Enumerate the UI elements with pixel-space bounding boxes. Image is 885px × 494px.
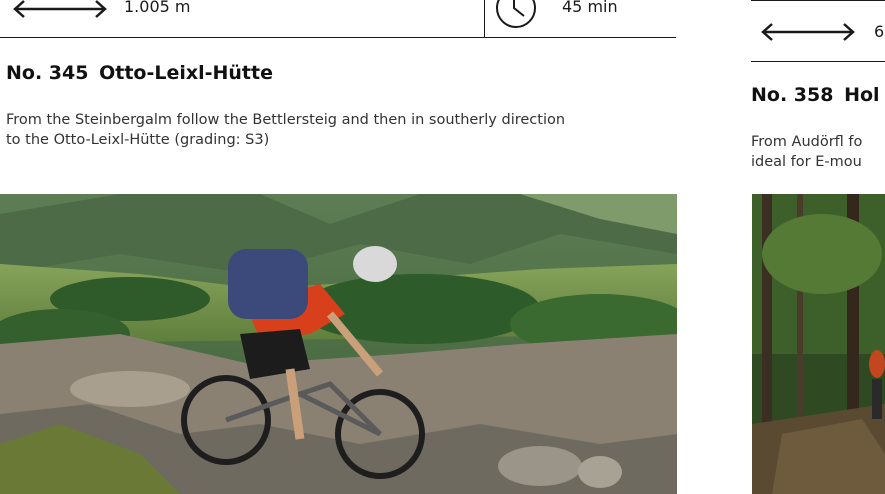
info-bottom-rule	[0, 37, 676, 38]
right-tour-heading: No. 358 Hol	[751, 84, 880, 106]
description-line: ideal for E-mou	[751, 154, 862, 170]
right-info-top-rule	[751, 0, 885, 1]
time-value: 45 min	[562, 0, 618, 16]
right-tour-name: Hol	[844, 84, 880, 106]
description-line: From the Steinbergalm follow the Bettler…	[6, 112, 566, 128]
info-divider	[484, 0, 485, 38]
forest-trail-photo	[752, 194, 885, 494]
double-arrow-icon	[760, 23, 856, 43]
right-info-bottom-rule	[751, 61, 885, 62]
right-tour-number: No. 358	[751, 84, 834, 106]
tour-name: Otto-Leixl-Hütte	[99, 62, 273, 84]
distance-value: 1.005 m	[124, 0, 191, 16]
description-line: to the Otto-Leixl-Hütte (grading: S3)	[6, 132, 270, 148]
double-arrow-icon	[13, 0, 107, 18]
distance-icon	[12, 0, 108, 20]
description-line: From Audörfl fo	[751, 134, 863, 150]
tour-description: From the Steinbergalm follow the Bettler…	[6, 110, 686, 150]
tour-number: No. 345	[6, 62, 89, 84]
mountain-biker-photo	[0, 194, 677, 494]
tour-heading: No. 345 Otto-Leixl-Hütte	[6, 62, 273, 84]
right-distance-value: 6	[874, 22, 885, 41]
clock-icon	[494, 0, 538, 30]
right-tour-description: From Audörfl fo ideal for E-mou	[751, 132, 885, 172]
